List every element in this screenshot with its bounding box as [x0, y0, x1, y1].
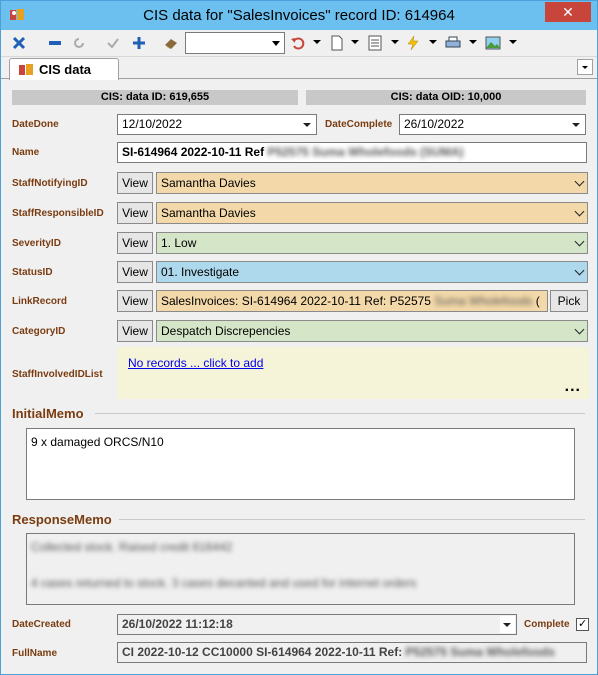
- undo-dropdown-icon[interactable]: [313, 40, 321, 44]
- chevron-down-icon: [574, 176, 585, 187]
- link-record-view-button[interactable]: View: [117, 290, 153, 312]
- status-view-button[interactable]: View: [117, 261, 153, 283]
- staff-notifying-select[interactable]: Samantha Davies: [156, 172, 588, 194]
- severity-view-button[interactable]: View: [117, 232, 153, 254]
- status-select[interactable]: 01. Investigate: [156, 261, 588, 283]
- toolbar: [1, 30, 597, 57]
- initial-memo-field[interactable]: 9 x damaged ORCS/N10: [26, 428, 575, 500]
- link-record-field[interactable]: SalesInvoices: SI-614964 2022-10-11 Ref:…: [156, 290, 548, 312]
- link-record-suffix: (: [535, 294, 540, 308]
- staff-responsible-value: Samantha Davies: [161, 206, 256, 220]
- date-done-value: 12/10/2022: [122, 117, 183, 131]
- date-complete-value: 26/10/2022: [404, 117, 465, 131]
- chevron-down-icon: [574, 206, 585, 217]
- full-name-label: FullName: [12, 648, 58, 659]
- form-content: CIS: data ID: 619,655 CIS: data OID: 10,…: [1, 80, 597, 674]
- divider: [95, 413, 585, 414]
- new-document-icon[interactable]: [327, 33, 347, 53]
- check-icon[interactable]: [103, 33, 123, 53]
- record-oid-label: CIS: data OID: 10,000: [306, 90, 586, 105]
- date-created-value: 26/10/2022 11:12:18: [122, 617, 233, 631]
- add-icon[interactable]: [129, 33, 149, 53]
- date-done-label: DateDone: [12, 119, 59, 130]
- picture-dropdown-icon[interactable]: [509, 40, 517, 44]
- name-field[interactable]: SI-614964 2022-10-11 Ref P52575 Suma Who…: [117, 142, 587, 163]
- staff-notifying-view-button[interactable]: View: [117, 172, 153, 194]
- complete-checkbox[interactable]: [576, 617, 589, 631]
- staff-notifying-value: Samantha Davies: [161, 176, 256, 190]
- tab-cis-data[interactable]: CIS data: [9, 58, 119, 80]
- response-memo-label: ResponseMemo: [12, 512, 112, 527]
- full-name-field[interactable]: CI 2022-10-12 CC10000 SI-614964 2022-10-…: [117, 642, 587, 663]
- staff-involved-list: No records ... click to add ...: [117, 347, 589, 399]
- initial-memo-label: InitialMemo: [12, 406, 84, 421]
- category-value: Despatch Discrepencies: [161, 324, 291, 338]
- eraser-icon[interactable]: [161, 33, 181, 53]
- form-icon[interactable]: [365, 33, 385, 53]
- date-created-label: DateCreated: [12, 619, 71, 630]
- link-record-blurred: Suma Wholefoods: [434, 294, 533, 308]
- severity-label: SeverityID: [12, 238, 61, 249]
- picture-icon[interactable]: [483, 33, 503, 53]
- print-icon[interactable]: [443, 33, 463, 53]
- severity-value: 1. Low: [161, 236, 197, 250]
- full-name-value: CI 2022-10-12 CC10000 SI-614964 2022-10-…: [122, 645, 403, 659]
- response-memo-line: 4 cases returned to stock. 3 cases decan…: [31, 576, 417, 590]
- staff-responsible-label: StaffResponsibleID: [12, 208, 104, 219]
- date-complete-dropdown-icon[interactable]: [569, 116, 584, 133]
- tab-label: CIS data: [39, 62, 92, 77]
- date-complete-label: DateComplete: [325, 119, 393, 130]
- print-dropdown-icon[interactable]: [469, 40, 477, 44]
- category-label: CategoryID: [12, 326, 66, 337]
- date-done-dropdown-icon[interactable]: [300, 116, 315, 133]
- category-select[interactable]: Despatch Discrepencies: [156, 320, 588, 342]
- record-id-label: CIS: data ID: 619,655: [12, 90, 298, 105]
- staff-responsible-view-button[interactable]: View: [117, 202, 153, 224]
- staff-involved-label: StaffInvolvedIDList: [12, 369, 103, 380]
- status-value: 01. Investigate: [161, 265, 240, 279]
- date-created-field[interactable]: 26/10/2022 11:12:18: [117, 614, 517, 635]
- name-label: Name: [12, 147, 40, 158]
- complete-label: Complete: [524, 619, 570, 630]
- initial-memo-text: 9 x damaged ORCS/N10: [31, 435, 164, 449]
- severity-select[interactable]: 1. Low: [156, 232, 588, 254]
- add-staff-involved-link[interactable]: No records ... click to add: [128, 356, 263, 370]
- response-memo-field[interactable]: Collected stock. Raised credit 616442 4 …: [26, 533, 575, 605]
- staff-notifying-label: StaffNotifyingID: [12, 178, 88, 189]
- divider: [119, 519, 585, 520]
- delete-icon[interactable]: [9, 33, 29, 53]
- status-label: StatusID: [12, 267, 53, 278]
- minus-icon[interactable]: [45, 33, 65, 53]
- response-memo-line: Collected stock. Raised credit 616442: [31, 540, 233, 554]
- link-record-label: LinkRecord: [12, 296, 68, 307]
- chevron-down-icon: [574, 265, 585, 276]
- window-title: CIS data for "SalesInvoices" record ID: …: [143, 7, 455, 24]
- close-button[interactable]: ✕: [545, 2, 591, 22]
- chevron-down-icon: [574, 324, 585, 335]
- tab-menu-button[interactable]: [577, 59, 593, 75]
- cis-data-icon: [19, 63, 33, 75]
- lightning-icon[interactable]: [403, 33, 423, 53]
- pick-button[interactable]: Pick: [550, 290, 588, 312]
- chevron-down-icon: [574, 236, 585, 247]
- date-created-dropdown-icon[interactable]: [500, 616, 515, 633]
- link-record-value: SalesInvoices: SI-614964 2022-10-11 Ref:…: [161, 294, 431, 308]
- form-dropdown-icon[interactable]: [391, 40, 399, 44]
- name-blurred: P52575 Suma Wholefoods (SUMA): [267, 145, 464, 159]
- date-complete-field[interactable]: 26/10/2022: [399, 114, 586, 135]
- date-done-field[interactable]: 12/10/2022: [117, 114, 317, 135]
- refresh-icon[interactable]: [69, 33, 89, 53]
- record-window: CIS data for "SalesInvoices" record ID: …: [0, 0, 598, 675]
- title-bar: CIS data for "SalesInvoices" record ID: …: [1, 1, 597, 30]
- new-document-dropdown-icon[interactable]: [351, 40, 359, 44]
- tab-strip: CIS data: [1, 57, 597, 80]
- toolbar-combo[interactable]: [185, 32, 285, 54]
- lightning-dropdown-icon[interactable]: [429, 40, 437, 44]
- more-options-button[interactable]: ...: [565, 379, 581, 395]
- undo-icon[interactable]: [288, 33, 308, 53]
- staff-responsible-select[interactable]: Samantha Davies: [156, 202, 588, 224]
- full-name-blurred: P52575 Suma Wholefoods: [405, 645, 555, 659]
- name-value: SI-614964 2022-10-11 Ref: [122, 145, 265, 159]
- category-view-button[interactable]: View: [117, 320, 153, 342]
